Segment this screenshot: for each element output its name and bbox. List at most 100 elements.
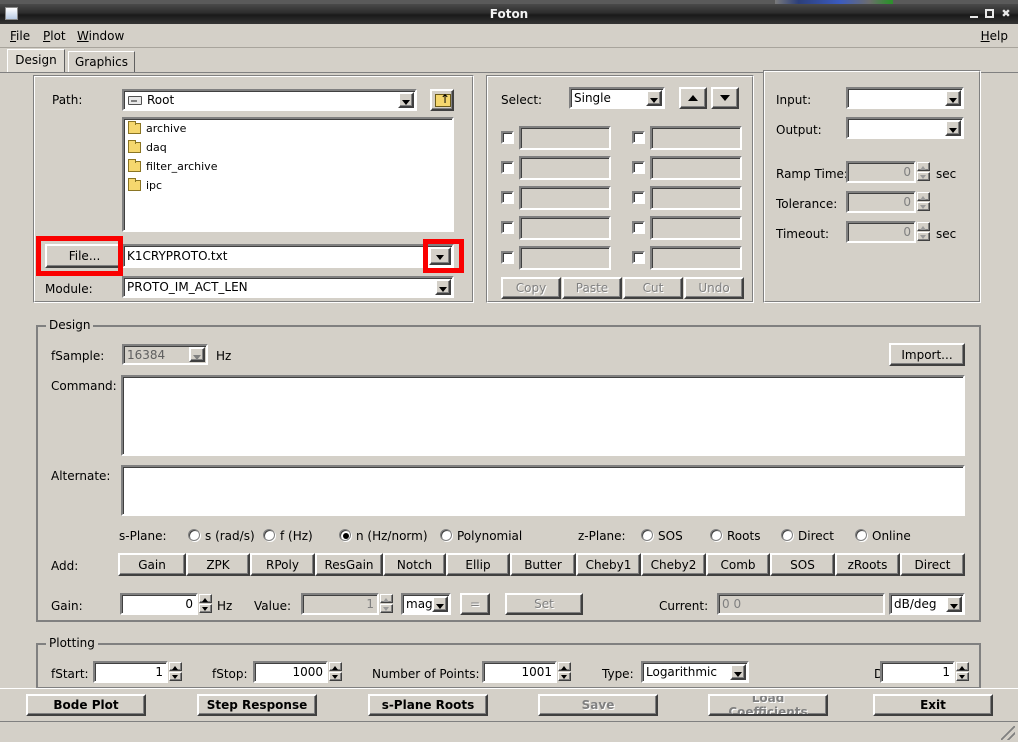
- zplane-radio-sos[interactable]: [641, 529, 653, 541]
- zplane-label-roots[interactable]: Roots: [727, 529, 760, 543]
- menu-window[interactable]: Window: [74, 28, 127, 44]
- splane-radio-s-rads[interactable]: [188, 529, 200, 541]
- import-button[interactable]: Import...: [889, 343, 965, 366]
- add-cheby2-button[interactable]: Cheby2: [641, 553, 706, 576]
- splane-radio-f-hz[interactable]: [263, 529, 275, 541]
- value-field[interactable]: 1: [301, 593, 379, 615]
- list-item[interactable]: archive: [124, 119, 452, 138]
- type-combo[interactable]: Logarithmic: [641, 661, 749, 683]
- bode-plot-button[interactable]: Bode Plot: [26, 694, 146, 716]
- copy-button[interactable]: Copy: [501, 277, 561, 299]
- filter-name-field-10[interactable]: [650, 246, 742, 270]
- menu-file[interactable]: File: [7, 28, 33, 44]
- input-dropdown-arrow[interactable]: [945, 90, 961, 106]
- spinner-down-icon[interactable]: [199, 604, 212, 613]
- filter-name-field-2[interactable]: [519, 156, 611, 180]
- select-dropdown-arrow[interactable]: [646, 90, 662, 106]
- zplane-label-direct[interactable]: Direct: [798, 529, 834, 543]
- add-cheby1-button[interactable]: Cheby1: [576, 553, 641, 576]
- spinner-down-icon[interactable]: [917, 202, 930, 211]
- path-dropdown-arrow[interactable]: [398, 92, 414, 108]
- add-sos-button[interactable]: SOS: [770, 553, 835, 576]
- value-units-dropdown-arrow[interactable]: [432, 596, 448, 612]
- tolerance-field[interactable]: 0: [846, 191, 916, 213]
- resize-grip-icon[interactable]: [1001, 726, 1015, 740]
- splane-label-s-rads[interactable]: s (rad/s): [205, 529, 255, 543]
- filter-name-field-7[interactable]: [650, 156, 742, 180]
- filter-checkbox-3[interactable]: [501, 191, 514, 204]
- filter-checkbox-4[interactable]: [501, 221, 514, 234]
- close-icon[interactable]: ✖: [1000, 8, 1012, 20]
- splane-radio-polynomial[interactable]: [440, 529, 452, 541]
- filter-name-field-3[interactable]: [519, 186, 611, 210]
- spinner-up-icon[interactable]: [558, 662, 571, 671]
- filter-checkbox-5[interactable]: [501, 251, 514, 264]
- add-resgain-button[interactable]: ResGain: [315, 553, 383, 576]
- spinner-up-icon[interactable]: [917, 192, 930, 201]
- undo-button[interactable]: Undo: [684, 277, 744, 299]
- filter-name-field-9[interactable]: [650, 216, 742, 240]
- spinner-up-icon[interactable]: [199, 594, 212, 603]
- gain-field[interactable]: 0: [120, 593, 198, 615]
- value-units-combo[interactable]: mag: [401, 593, 451, 615]
- spinner-down-icon[interactable]: [956, 672, 969, 681]
- list-item[interactable]: ipc: [124, 176, 452, 195]
- spinner-up-icon[interactable]: [917, 162, 930, 171]
- set-button[interactable]: Set: [505, 593, 583, 615]
- filter-checkbox-2[interactable]: [501, 161, 514, 174]
- add-butter-button[interactable]: Butter: [510, 553, 576, 576]
- filter-checkbox-1[interactable]: [501, 131, 514, 144]
- type-dropdown-arrow[interactable]: [730, 664, 746, 680]
- output-combo[interactable]: [846, 117, 964, 139]
- add-direct-button[interactable]: Direct: [900, 553, 965, 576]
- output-dropdown-arrow[interactable]: [945, 120, 961, 136]
- up-directory-button[interactable]: [430, 89, 454, 111]
- load-coefficients-button[interactable]: Load Coefficients: [708, 694, 828, 716]
- filter-checkbox-8[interactable]: [632, 191, 645, 204]
- splane-radio-n-hznorm[interactable]: [339, 529, 351, 541]
- filter-checkbox-10[interactable]: [632, 251, 645, 264]
- filter-checkbox-7[interactable]: [632, 161, 645, 174]
- paste-button[interactable]: Paste: [562, 277, 622, 299]
- cut-button[interactable]: Cut: [623, 277, 683, 299]
- select-down-button[interactable]: [711, 87, 739, 109]
- current-units-dropdown-arrow[interactable]: [946, 596, 962, 612]
- add-zpk-button[interactable]: ZPK: [186, 553, 250, 576]
- add-rpoly-button[interactable]: RPoly: [250, 553, 315, 576]
- equals-button[interactable]: =: [460, 593, 490, 615]
- filter-checkbox-6[interactable]: [632, 131, 645, 144]
- points-field[interactable]: 1001: [482, 661, 557, 683]
- zplane-radio-online[interactable]: [855, 529, 867, 541]
- spinner-down-icon[interactable]: [169, 672, 182, 681]
- splane-label-polynomial[interactable]: Polynomial: [457, 529, 522, 543]
- filter-checkbox-9[interactable]: [632, 221, 645, 234]
- s-plane-roots-button[interactable]: s-Plane Roots: [368, 694, 488, 716]
- module-dropdown-arrow[interactable]: [435, 279, 451, 295]
- filter-name-field-8[interactable]: [650, 186, 742, 210]
- filter-name-field-1[interactable]: [519, 126, 611, 150]
- spinner-up-icon[interactable]: [917, 222, 930, 231]
- spinner-up-icon[interactable]: [380, 594, 393, 603]
- list-item[interactable]: filter_archive: [124, 157, 452, 176]
- zplane-radio-roots[interactable]: [710, 529, 722, 541]
- splane-label-n-hznorm[interactable]: n (Hz/norm): [356, 529, 428, 543]
- file-button[interactable]: File...: [45, 244, 124, 268]
- select-up-button[interactable]: [679, 87, 707, 109]
- folder-listbox[interactable]: archive daq filter_archive ipc: [122, 117, 454, 232]
- zplane-label-online[interactable]: Online: [872, 529, 911, 543]
- current-field[interactable]: 0 0: [717, 593, 885, 615]
- fstart-field[interactable]: 1: [93, 661, 168, 683]
- input-combo[interactable]: [846, 87, 964, 109]
- zplane-radio-direct[interactable]: [781, 529, 793, 541]
- duration-field[interactable]: 1: [880, 661, 955, 683]
- fsample-dropdown-arrow[interactable]: [189, 347, 205, 362]
- add-ellip-button[interactable]: Ellip: [446, 553, 510, 576]
- tab-graphics[interactable]: Graphics: [68, 51, 135, 72]
- step-response-button[interactable]: Step Response: [197, 694, 317, 716]
- timeout-field[interactable]: 0: [846, 221, 916, 243]
- module-combo[interactable]: PROTO_IM_ACT_LEN: [122, 276, 454, 298]
- spinner-up-icon[interactable]: [169, 662, 182, 671]
- add-gain-button[interactable]: Gain: [118, 553, 186, 576]
- current-units-combo[interactable]: dB/deg: [889, 593, 965, 615]
- ramp-time-field[interactable]: 0: [846, 161, 916, 183]
